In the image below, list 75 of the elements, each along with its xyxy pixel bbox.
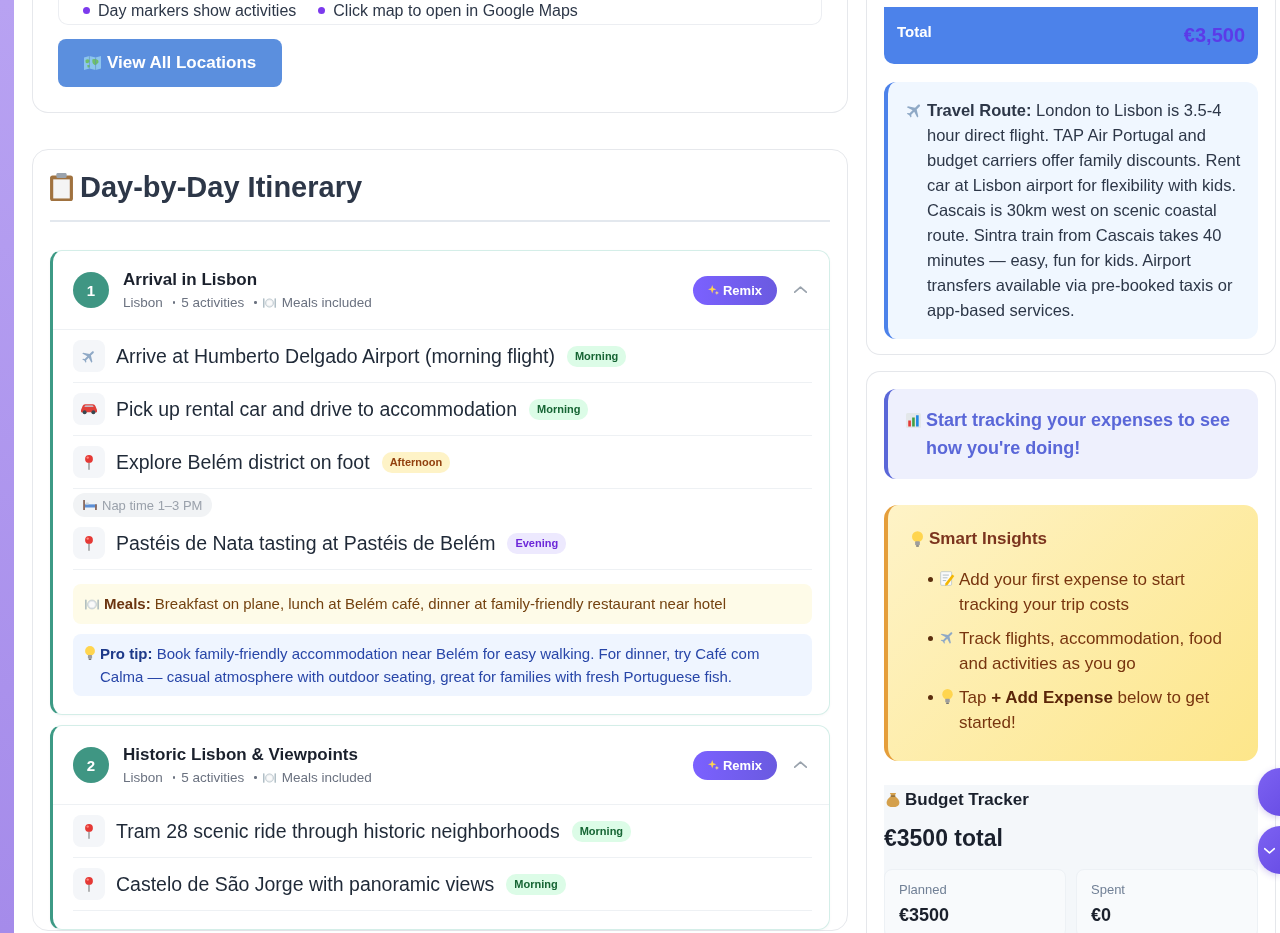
legend-dot-icon [318, 7, 326, 14]
day-number-badge: 2 [73, 747, 109, 783]
bullet-icon [928, 577, 933, 582]
airplane-icon [906, 102, 923, 119]
budget-total: €3500 total [884, 824, 1003, 853]
bullet-icon [928, 695, 933, 700]
activity-count: 5 activities [181, 768, 245, 787]
insight-text: Add your first expense to start tracking your trip costs [959, 569, 1186, 616]
section-title: Day-by-Day Itinerary [80, 170, 363, 205]
pushpin-icon [73, 868, 105, 900]
lightbulb-icon [912, 531, 923, 547]
nap-time-text: Nap time 1–3 PM [102, 497, 203, 513]
meals-label: Meals included [281, 293, 372, 312]
remix-button[interactable]: Remix [692, 275, 777, 305]
activity-title: Tram 28 scenic ride through historic neighborhoods [116, 819, 560, 843]
activity-count: 5 activities [181, 293, 245, 312]
activity-title: Arrive at Humberto Delgado Airport (morning flight) [116, 344, 555, 368]
pushpin-icon [73, 815, 105, 847]
insight-text: Track flights, accommodation, food and activities as you go [959, 628, 1223, 675]
view-all-locations-button[interactable]: View All Locations [58, 39, 283, 87]
stat-label: Spent [1091, 882, 1125, 898]
memo-icon [940, 571, 955, 586]
time-badge: Morning [529, 398, 589, 420]
stat-value: €0 [1091, 905, 1112, 925]
day-number-badge: 1 [73, 272, 109, 308]
bar-chart-icon [906, 413, 921, 428]
plate-icon [85, 598, 99, 610]
travel-route-text: Travel Route: London to Lisbon is 3.5-4 hour direct flight. TAP Air Portugal and budget carriers offer family discounts. Rent car at Lisbon airport for flexibility with kids. Cascais is 30km west on scenic coastal route. Sintra train from Cascais takes 40 minutes — easy, fun for kids. Airport transfers available via pre-booked taxis or app-based services. [927, 100, 1242, 321]
time-badge: Afternoon [381, 451, 451, 473]
sparkle-icon [707, 285, 719, 295]
day-location: Lisbon [123, 768, 163, 787]
lightbulb-icon [85, 646, 95, 660]
pushpin-icon [73, 527, 105, 559]
pro-tip-text: Pro tip: Book family-friendly accommodation near Belém for easy walking. For dinner, try Café com Calma — casual atmosphere with outdoor seating, great for families with fresh Portuguese fish. [100, 644, 761, 687]
time-badge: Evening [507, 532, 567, 554]
activity-title: Explore Belém district on foot [116, 450, 370, 474]
stat-label: Planned [899, 882, 947, 898]
meals-label: Meals included [281, 768, 372, 787]
meals-text: Meals: Breakfast on plane, lunch at Belém café, dinner at family-friendly restaurant near hotel [104, 595, 726, 613]
plate-icon [262, 297, 276, 308]
day-title: Historic Lisbon & Viewpoints [123, 743, 358, 766]
clipboard-icon [50, 173, 73, 201]
legend-dot-icon [83, 7, 90, 14]
bed-icon [83, 500, 97, 510]
activity-title: Castelo de São Jorge with panoramic views [116, 872, 495, 896]
stat-value: €3500 [899, 905, 950, 925]
insight-text: Tap + Add Expense below to get started! [959, 687, 1211, 734]
activity-title: Pick up rental car and drive to accommodation [116, 397, 518, 421]
legend-text: Click map to open in Google Maps [333, 2, 578, 19]
sparkle-icon [707, 760, 719, 770]
legend-text: Day markers show activities [98, 2, 297, 19]
total-value: €3,500 [1183, 24, 1245, 47]
time-badge: Morning [506, 873, 566, 895]
chevron-up-icon[interactable] [794, 761, 807, 769]
plate-icon [262, 772, 276, 783]
tracking-prompt-text: Start tracking your expenses to see how you're doing! [926, 409, 1232, 460]
chevron-down-icon [1264, 846, 1275, 854]
day-title: Arrival in Lisbon [123, 268, 258, 291]
activity-title: Pastéis de Nata tasting at Pastéis de Belém [116, 531, 496, 555]
insights-title: Smart Insights [929, 528, 1048, 550]
bullet-icon [928, 636, 933, 641]
airplane-icon [73, 340, 105, 372]
chevron-up-icon[interactable] [794, 286, 807, 294]
pushpin-icon [73, 446, 105, 478]
airplane-icon [940, 630, 955, 645]
money-bag-icon [886, 792, 900, 808]
day-location: Lisbon [123, 293, 163, 312]
time-badge: Morning [566, 345, 627, 367]
car-icon [73, 393, 105, 425]
map-icon [84, 56, 101, 70]
lightbulb-icon [940, 689, 955, 704]
total-label: Total [897, 23, 932, 40]
budget-title: Budget Tracker [905, 789, 1029, 811]
time-badge: Morning [571, 820, 632, 842]
remix-button[interactable]: Remix [692, 750, 777, 780]
